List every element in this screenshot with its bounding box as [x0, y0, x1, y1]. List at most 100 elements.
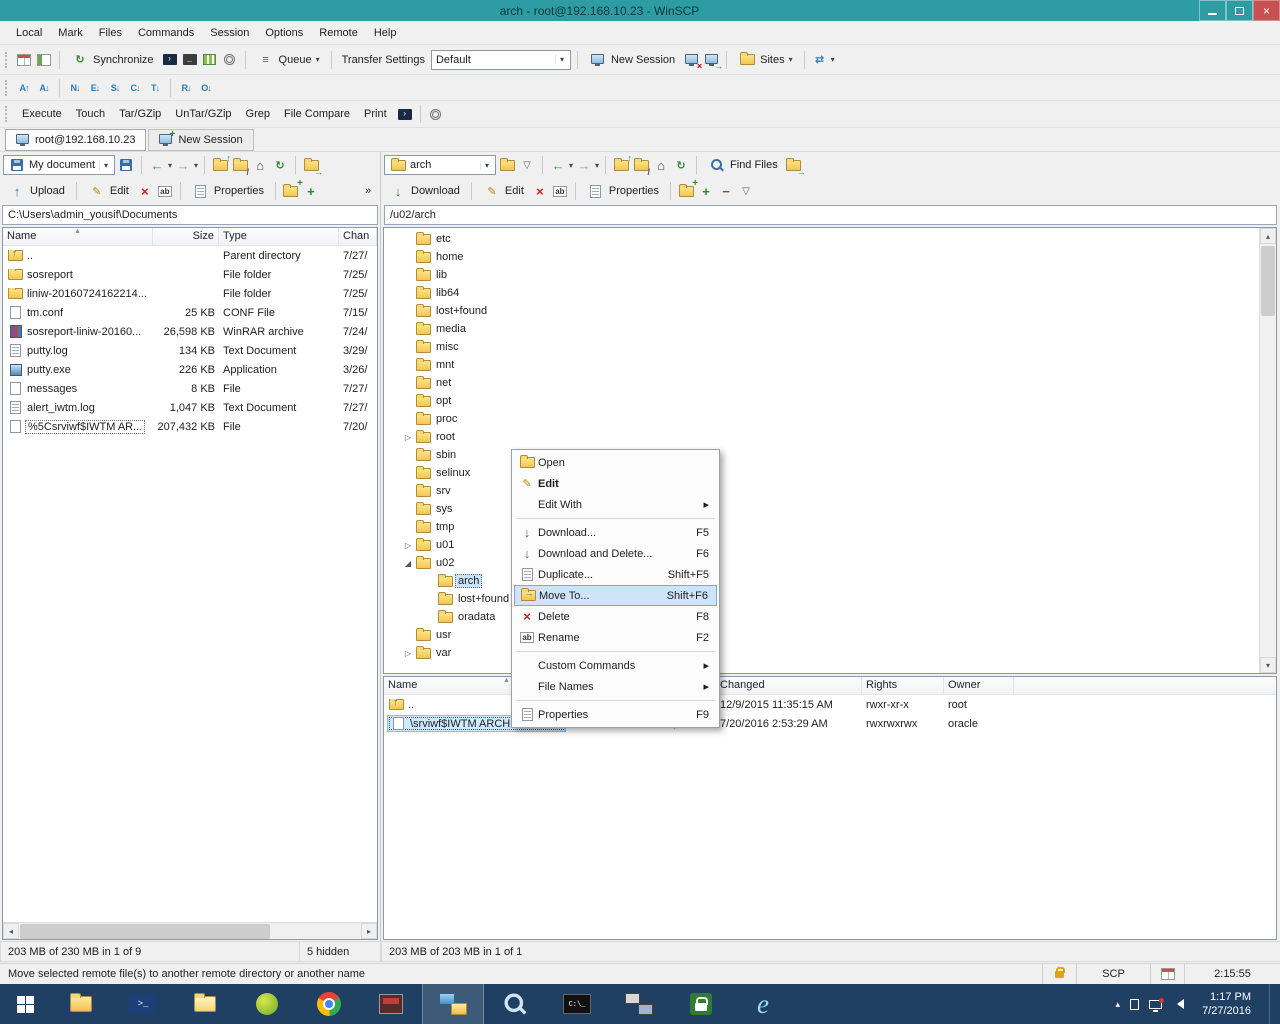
remote-new-folder-icon[interactable]: +	[677, 183, 695, 200]
chevron-down-icon[interactable]: ▾	[480, 161, 493, 170]
new-session-button[interactable]: New Session	[584, 48, 680, 71]
close-session-icon[interactable]: ×	[682, 51, 700, 68]
local-delete-icon[interactable]: ×	[136, 183, 154, 200]
download-button[interactable]: ↓Download	[384, 180, 465, 203]
taskbar-putty[interactable]	[608, 984, 670, 1024]
local-file-row[interactable]: putty.log134 KBText Document3/29/	[3, 341, 377, 360]
command-print[interactable]: Print	[357, 104, 394, 124]
tree-item-net[interactable]: net	[384, 374, 1276, 392]
tree-item-lost-found[interactable]: lost+found	[384, 302, 1276, 320]
remote-open-directory-icon[interactable]: →	[785, 157, 803, 174]
protocol-cell[interactable]: SCP	[1076, 964, 1150, 984]
local-overflow-chevron-icon[interactable]: »	[359, 183, 377, 200]
taskbar-app-red[interactable]	[360, 984, 422, 1024]
remote-back-icon[interactable]: ←	[549, 157, 567, 174]
chevron-down-icon[interactable]: ▾	[831, 55, 835, 64]
back-icon[interactable]: ←	[148, 157, 166, 174]
transfer-mode-icon[interactable]: ⇄	[811, 51, 829, 68]
command-tar-gzip[interactable]: Tar/GZip	[112, 104, 168, 124]
root-directory-icon[interactable]: /	[231, 157, 249, 174]
upload-button[interactable]: ↑Upload	[3, 180, 70, 203]
taskbar-keepass[interactable]	[670, 984, 732, 1024]
local-file-row[interactable]: sosreportFile folder7/25/	[3, 265, 377, 284]
panel-splitter[interactable]	[380, 152, 381, 962]
remote-refresh-icon[interactable]: ↻	[672, 157, 690, 174]
tree-scrollbar[interactable]: ▴ ▾	[1259, 228, 1276, 673]
remote-add-icon[interactable]: +	[697, 183, 715, 200]
local-drive-select[interactable]: My document▾	[3, 155, 115, 175]
tree-expander-icon[interactable]: ▷	[402, 433, 414, 442]
start-button[interactable]	[0, 984, 50, 1024]
session-tab-new[interactable]: New Session	[148, 129, 253, 151]
sort-descending-icon[interactable]: A↓	[35, 79, 53, 96]
console-open-icon[interactable]: ›	[396, 106, 414, 123]
local-file-row[interactable]: tm.conf25 KBCONF File7/15/	[3, 303, 377, 322]
sort-by-type-icon[interactable]: T↓	[146, 79, 164, 96]
tree-item-lib64[interactable]: lib64	[384, 284, 1276, 302]
sort-by-size-icon[interactable]: S↓	[106, 79, 124, 96]
remote-properties-button[interactable]: Properties	[582, 180, 664, 203]
context-properties[interactable]: PropertiesF9	[514, 704, 717, 725]
context-duplicate[interactable]: Duplicate...Shift+F5	[514, 564, 717, 585]
tree-item-proc[interactable]: proc	[384, 410, 1276, 428]
filter-icon[interactable]: ▽	[518, 157, 536, 174]
scroll-left-arrow-icon[interactable]: ◂	[3, 923, 19, 939]
context-file-names[interactable]: File Names▸	[514, 676, 717, 697]
local-path[interactable]: C:\Users\admin_yousif\Documents	[2, 205, 378, 225]
remote-remove-icon[interactable]: −	[717, 183, 735, 200]
tree-item-misc[interactable]: misc	[384, 338, 1276, 356]
local-status-hidden[interactable]: 5 hidden	[299, 941, 381, 962]
menu-help[interactable]: Help	[366, 23, 405, 43]
remote-column-rights[interactable]: Rights	[862, 677, 944, 694]
remote-parent-directory-icon[interactable]: ↑	[612, 157, 630, 174]
menu-remote[interactable]: Remote	[311, 23, 366, 43]
refresh-icon[interactable]: ↻	[271, 157, 289, 174]
local-column-size[interactable]: Size	[153, 228, 219, 245]
maximize-button[interactable]	[1226, 0, 1253, 21]
taskbar-search[interactable]	[484, 984, 546, 1024]
sites-button[interactable]: Sites▾	[733, 48, 797, 71]
remote-delete-icon[interactable]: ×	[531, 183, 549, 200]
scroll-right-arrow-icon[interactable]: ▸	[361, 923, 377, 939]
sort-by-name-icon[interactable]: N↓	[66, 79, 84, 96]
remote-edit-button[interactable]: ✎Edit	[478, 180, 529, 203]
local-file-row[interactable]: liniw-20160724162214...File folder7/25/	[3, 284, 377, 303]
command-touch[interactable]: Touch	[69, 104, 112, 124]
scroll-down-arrow-icon[interactable]: ▾	[1260, 657, 1276, 673]
remote-forward-history-caret[interactable]: ▾	[595, 161, 599, 170]
context-edit-with[interactable]: Edit With▸	[514, 494, 717, 515]
taskbar-powershell[interactable]: >_	[112, 984, 174, 1024]
taskbar-ie[interactable]: e	[732, 984, 794, 1024]
local-file-row[interactable]: putty.exe226 KBApplication3/26/	[3, 360, 377, 379]
local-column-type[interactable]: Type	[219, 228, 339, 245]
local-file-row[interactable]: messages8 KBFile7/27/	[3, 379, 377, 398]
taskbar-file-explorer[interactable]	[50, 984, 112, 1024]
titlebar[interactable]: arch - root@192.168.10.23 - WinSCP ×	[0, 0, 1280, 21]
local-add-icon[interactable]: +	[302, 183, 320, 200]
tree-item-home[interactable]: home	[384, 248, 1276, 266]
scroll-up-arrow-icon[interactable]: ▴	[1260, 228, 1276, 244]
explorer-interface-icon[interactable]	[35, 51, 53, 68]
console-window-icon[interactable]: _	[181, 51, 199, 68]
local-properties-button[interactable]: Properties	[187, 180, 269, 203]
context-move-to[interactable]: →Move To...Shift+F6	[514, 585, 717, 606]
duplicate-session-icon[interactable]: →	[702, 51, 720, 68]
tree-expander-icon[interactable]: ▷	[402, 649, 414, 658]
remote-column-owner[interactable]: Owner	[944, 677, 1014, 694]
local-file-row[interactable]: alert_iwtm.log1,047 KBText Document7/27/	[3, 398, 377, 417]
find-files-button[interactable]: Find Files	[703, 154, 783, 177]
taskbar-libraries[interactable]	[174, 984, 236, 1024]
local-rename-icon[interactable]: ab	[156, 183, 174, 200]
back-history-caret[interactable]: ▾	[168, 161, 172, 170]
menu-session[interactable]: Session	[202, 23, 257, 43]
menu-files[interactable]: Files	[91, 23, 130, 43]
forward-icon[interactable]: →	[174, 157, 192, 174]
local-horizontal-scrollbar[interactable]: ◂ ▸	[3, 922, 377, 939]
remote-back-history-caret[interactable]: ▾	[569, 161, 573, 170]
menu-options[interactable]: Options	[257, 23, 311, 43]
customize-gear-icon[interactable]	[427, 106, 445, 123]
remote-drive-select[interactable]: arch▾	[384, 155, 496, 175]
parent-directory-icon[interactable]: ↑	[211, 157, 229, 174]
taskbar-winscp[interactable]	[422, 984, 484, 1024]
context-rename[interactable]: abRenameF2	[514, 627, 717, 648]
